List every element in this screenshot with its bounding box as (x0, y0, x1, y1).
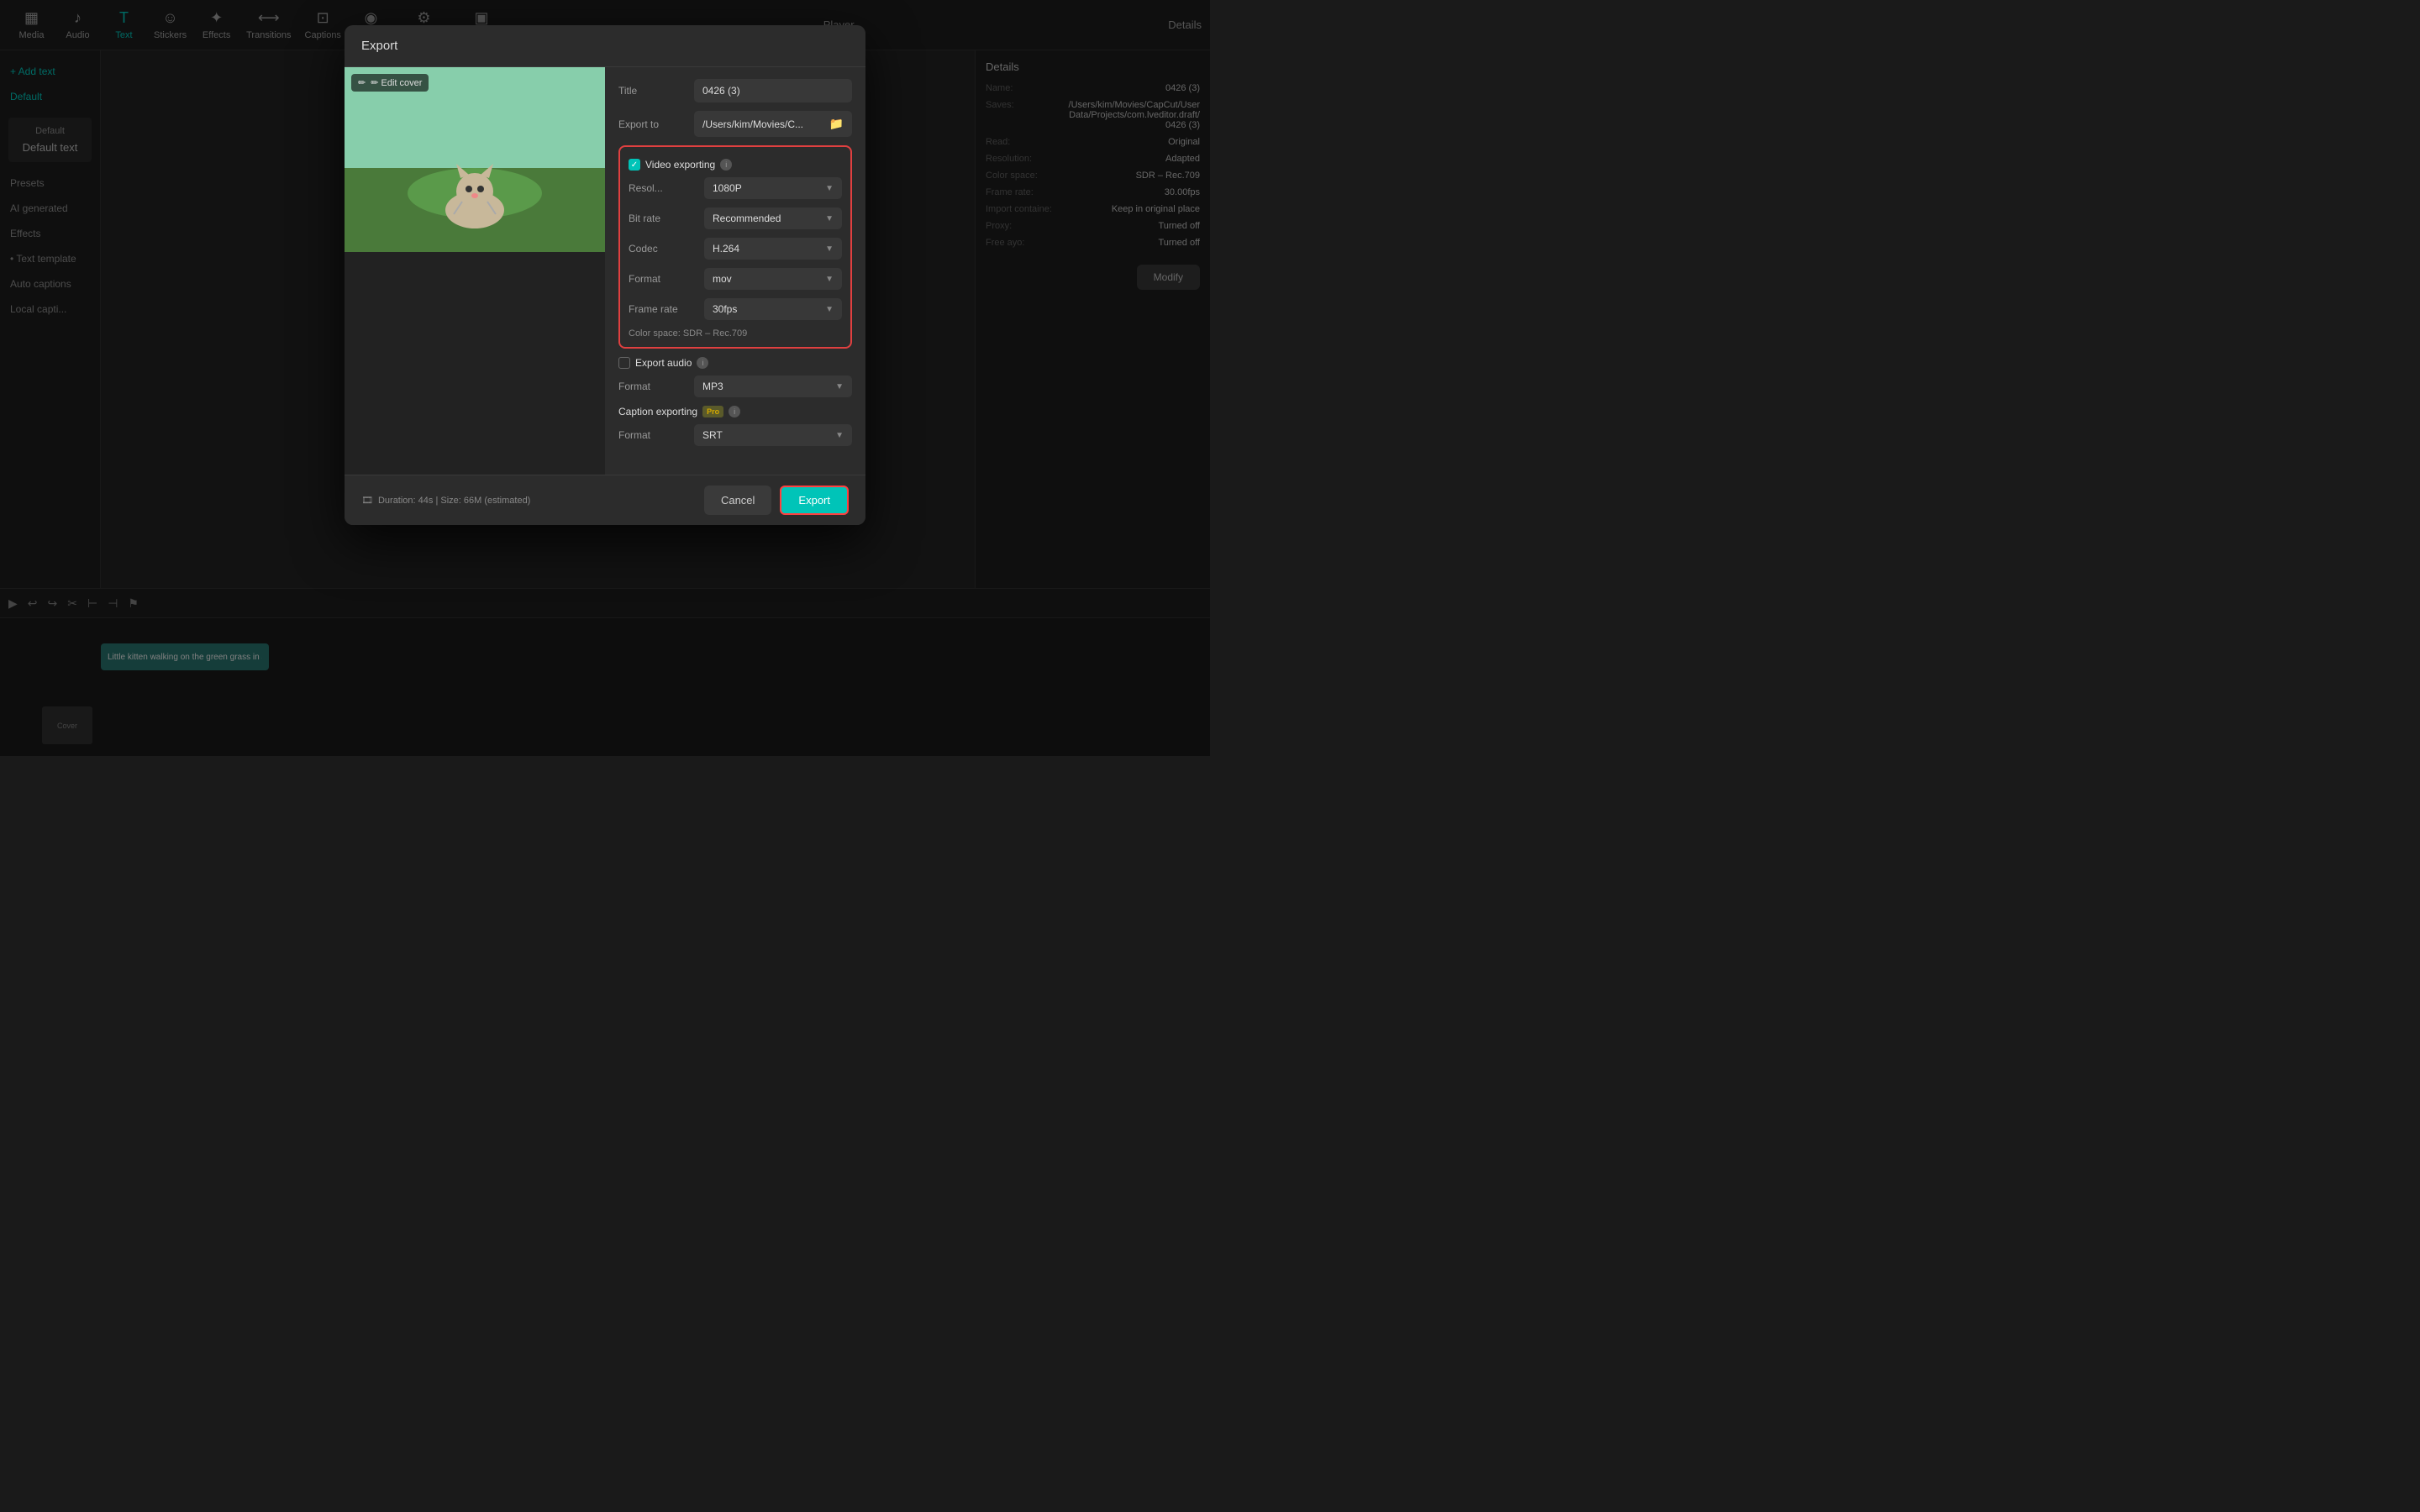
caption-format-arrow-icon: ▼ (835, 431, 844, 440)
modal-header: Export (345, 25, 865, 67)
caption-format-row: Format SRT ▼ (618, 424, 852, 446)
caption-section-header: Caption exporting Pro i (618, 406, 852, 417)
export-path-value: /Users/kim/Movies/C... (702, 118, 829, 130)
framerate-select[interactable]: 30fps ▼ (704, 298, 842, 320)
codec-label: Codec (629, 243, 704, 255)
format-arrow-icon: ▼ (825, 275, 834, 284)
resolution-value: 1080P (713, 182, 742, 194)
format-row: Format mov ▼ (629, 268, 842, 290)
title-input[interactable] (694, 79, 852, 102)
framerate-value: 30fps (713, 303, 737, 315)
audio-export-section-header: Export audio i (618, 357, 852, 369)
export-path-field[interactable]: /Users/kim/Movies/C... 📁 (694, 111, 852, 137)
audio-format-value: MP3 (702, 381, 723, 392)
codec-row: Codec H.264 ▼ (629, 238, 842, 260)
caption-info-icon[interactable]: i (729, 406, 740, 417)
codec-value: H.264 (713, 243, 739, 255)
export-to-label: Export to (618, 118, 694, 130)
modal-settings: Title Export to /Users/kim/Movies/C... 📁 (605, 67, 865, 475)
bitrate-label: Bit rate (629, 213, 704, 224)
framerate-arrow-icon: ▼ (825, 305, 834, 314)
caption-format-label: Format (618, 429, 694, 441)
color-space-info: Color space: SDR – Rec.709 (629, 328, 842, 339)
framerate-label: Frame rate (629, 303, 704, 315)
audio-export-checkbox[interactable] (618, 357, 630, 369)
title-label: Title (618, 85, 694, 97)
resolution-select[interactable]: 1080P ▼ (704, 177, 842, 199)
modal-title: Export (361, 39, 397, 53)
preview-image: ✏ ✏ Edit cover (345, 67, 605, 252)
modal-body: ✏ ✏ Edit cover Title Export to (345, 67, 865, 475)
video-export-section: ✓ Video exporting i Resol... 1080P ▼ (618, 145, 852, 349)
video-export-title: Video exporting (645, 159, 715, 171)
export-button[interactable]: Export (780, 486, 849, 515)
format-label: Format (629, 273, 704, 285)
resolution-arrow-icon: ▼ (825, 184, 834, 193)
resolution-row: Resol... 1080P ▼ (629, 177, 842, 199)
bitrate-select[interactable]: Recommended ▼ (704, 207, 842, 229)
modal-backdrop: Export (0, 0, 1210, 756)
caption-export-title: Caption exporting (618, 406, 697, 417)
bitrate-arrow-icon: ▼ (825, 214, 834, 223)
export-to-row: Export to /Users/kim/Movies/C... 📁 (618, 111, 852, 137)
audio-format-arrow-icon: ▼ (835, 382, 844, 391)
audio-export-title: Export audio (635, 357, 692, 369)
modal-settings-scroll[interactable]: Title Export to /Users/kim/Movies/C... 📁 (618, 79, 852, 463)
codec-select[interactable]: H.264 ▼ (704, 238, 842, 260)
edit-cover-button[interactable]: ✏ ✏ Edit cover (351, 74, 429, 92)
footer-duration: Duration: 44s | Size: 66M (estimated) (378, 496, 530, 506)
resolution-label: Resol... (629, 182, 704, 194)
caption-export-section: Caption exporting Pro i Format SRT ▼ (618, 406, 852, 446)
audio-format-select[interactable]: MP3 ▼ (694, 375, 852, 397)
folder-icon[interactable]: 📁 (829, 117, 844, 131)
video-section-header: ✓ Video exporting i (629, 159, 842, 171)
title-row: Title (618, 79, 852, 102)
pro-badge: Pro (702, 406, 723, 417)
cancel-button[interactable]: Cancel (704, 486, 771, 515)
modal-preview: ✏ ✏ Edit cover (345, 67, 605, 475)
codec-arrow-icon: ▼ (825, 244, 834, 254)
video-export-checkbox[interactable]: ✓ (629, 159, 640, 171)
export-modal: Export (345, 25, 865, 525)
bitrate-row: Bit rate Recommended ▼ (629, 207, 842, 229)
bitrate-value: Recommended (713, 213, 781, 224)
footer-actions: Cancel Export (704, 486, 849, 515)
audio-export-info-icon[interactable]: i (697, 357, 708, 369)
caption-format-select[interactable]: SRT ▼ (694, 424, 852, 446)
film-icon: 🎞 (361, 495, 373, 506)
modal-footer: 🎞 Duration: 44s | Size: 66M (estimated) … (345, 475, 865, 525)
framerate-row: Frame rate 30fps ▼ (629, 298, 842, 320)
edit-icon: ✏ (358, 77, 366, 88)
format-select[interactable]: mov ▼ (704, 268, 842, 290)
footer-info: 🎞 Duration: 44s | Size: 66M (estimated) (361, 495, 530, 506)
caption-format-value: SRT (702, 429, 723, 441)
audio-format-row: Format MP3 ▼ (618, 375, 852, 397)
audio-format-label: Format (618, 381, 694, 392)
preview-svg (345, 67, 605, 252)
format-value: mov (713, 273, 732, 285)
video-export-info-icon[interactable]: i (720, 159, 732, 171)
